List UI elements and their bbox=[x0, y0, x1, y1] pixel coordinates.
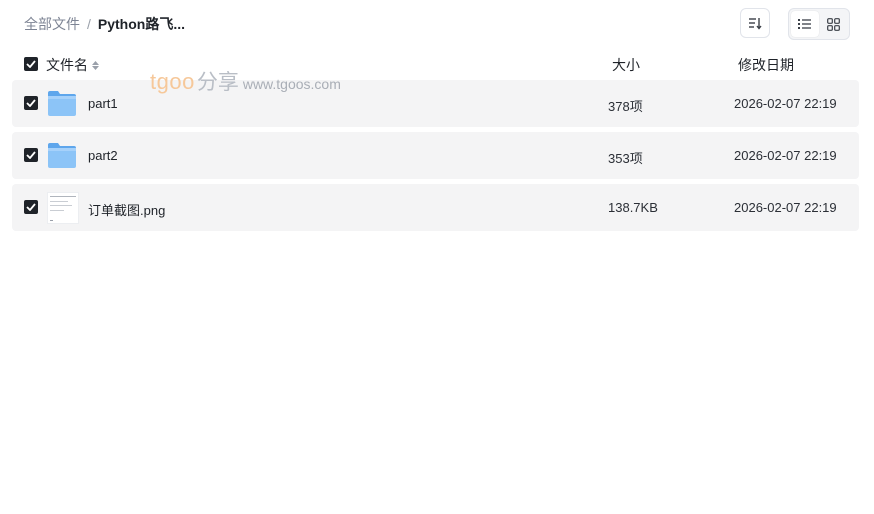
file-name[interactable]: part1 bbox=[88, 96, 118, 111]
view-toggle bbox=[788, 8, 850, 40]
sort-button[interactable] bbox=[740, 8, 770, 38]
file-date: 2026-02-07 22:19 bbox=[734, 96, 837, 111]
file-list: part1 378项 2026-02-07 22:19 part2 353项 2… bbox=[12, 80, 859, 236]
file-date: 2026-02-07 22:19 bbox=[734, 148, 837, 163]
table-header: 文件名 大小 修改日期 bbox=[24, 54, 854, 74]
row-checkbox[interactable] bbox=[24, 96, 38, 110]
image-thumbnail bbox=[47, 192, 79, 224]
name-column-label: 文件名 bbox=[46, 57, 88, 73]
file-name[interactable]: 订单截图.png bbox=[88, 200, 165, 219]
folder-icon bbox=[48, 143, 76, 168]
table-row[interactable]: 订单截图.png 138.7KB 2026-02-07 22:19 bbox=[12, 184, 859, 231]
breadcrumb-current: Python路飞... bbox=[97, 16, 186, 32]
row-checkbox[interactable] bbox=[24, 148, 38, 162]
size-column-header[interactable]: 大小 bbox=[612, 55, 640, 75]
check-icon bbox=[26, 99, 36, 107]
file-size: 138.7KB bbox=[608, 200, 658, 215]
check-icon bbox=[26, 60, 36, 68]
folder-icon bbox=[48, 91, 76, 116]
grid-view-button[interactable] bbox=[819, 11, 847, 37]
name-column-header[interactable]: 文件名 bbox=[46, 55, 99, 75]
table-row[interactable]: part1 378项 2026-02-07 22:19 bbox=[12, 80, 859, 127]
check-icon bbox=[26, 151, 36, 159]
list-view-icon bbox=[798, 19, 811, 29]
sort-lines-icon bbox=[749, 18, 762, 30]
select-all-checkbox[interactable] bbox=[24, 57, 38, 71]
breadcrumb-root-link[interactable]: 全部文件 bbox=[24, 14, 80, 34]
file-size: 378项 bbox=[608, 99, 643, 114]
check-icon bbox=[26, 203, 36, 211]
date-column-header[interactable]: 修改日期 bbox=[738, 55, 794, 75]
row-checkbox[interactable] bbox=[24, 200, 38, 214]
file-browser: 全部文件 / Python路飞... 文件名 大小 修改日期 tgoo 分享 w… bbox=[0, 0, 874, 514]
breadcrumb-separator: / bbox=[87, 16, 91, 32]
list-view-button[interactable] bbox=[791, 11, 819, 37]
sort-arrows-icon bbox=[92, 60, 99, 70]
grid-view-icon bbox=[826, 17, 840, 31]
breadcrumb: 全部文件 / Python路飞... bbox=[24, 14, 185, 34]
file-name[interactable]: part2 bbox=[88, 148, 118, 163]
table-row[interactable]: part2 353项 2026-02-07 22:19 bbox=[12, 132, 859, 179]
file-date: 2026-02-07 22:19 bbox=[734, 200, 837, 215]
file-size: 353项 bbox=[608, 151, 643, 166]
